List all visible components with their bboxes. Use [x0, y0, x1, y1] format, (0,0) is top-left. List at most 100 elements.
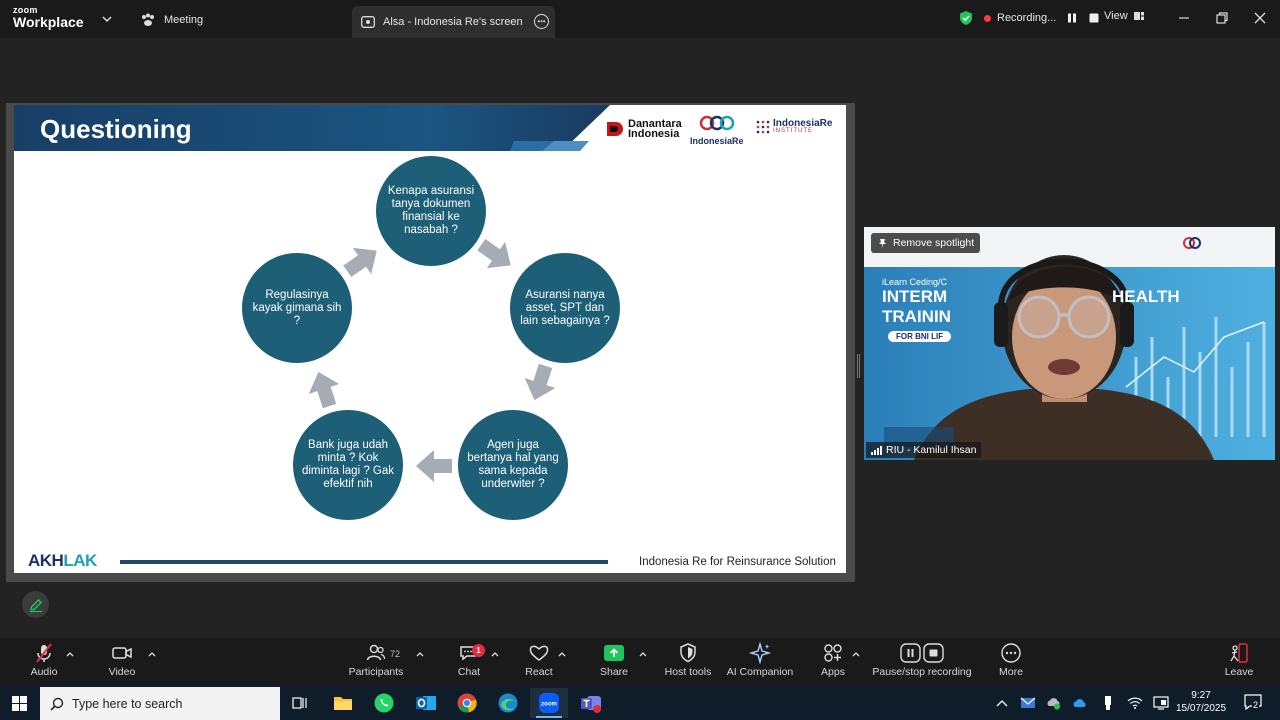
video-feed: [864, 227, 1275, 460]
slide-footer-divider: [120, 560, 608, 564]
react-label: React: [525, 666, 553, 678]
audio-button[interactable]: Audio: [26, 642, 62, 678]
participant-name: RIU - Kamilul Ihsan: [886, 444, 977, 456]
close-icon[interactable]: [1250, 8, 1270, 28]
view-button[interactable]: View: [1104, 10, 1145, 22]
panel-splitter-handle[interactable]: [857, 354, 860, 378]
chevron-up-icon[interactable]: [65, 650, 75, 658]
slide-footer-text: Indonesia Re for Reinsurance Solution: [639, 556, 836, 568]
view-label: View: [1104, 10, 1128, 22]
zoom-workplace-logo: zoom Workplace: [13, 6, 84, 30]
chevron-up-icon[interactable]: [557, 650, 567, 658]
restore-icon[interactable]: [1212, 8, 1232, 28]
pause-stop-recording-icon: [900, 643, 944, 663]
participants-label: Participants: [348, 666, 404, 678]
whatsapp-icon: [374, 693, 394, 713]
onedrive-sync-icon[interactable]: [1046, 695, 1062, 711]
onedrive-icon[interactable]: [1072, 695, 1088, 711]
cycle-step-3: Agen juga bertanya hal yang sama kepada …: [458, 410, 568, 520]
folder-icon: [334, 697, 352, 710]
cycle-step-1: Kenapa asuransi tanya dokumen finansial …: [376, 156, 486, 266]
participant-name-label: RIU - Kamilul Ihsan: [866, 442, 982, 458]
chevron-up-icon[interactable]: [638, 650, 648, 658]
video-bg-text-4: FOR BNI LIF: [888, 331, 952, 342]
microphone-muted-icon: [36, 643, 52, 663]
share-button[interactable]: Share: [596, 642, 632, 678]
indonesiare-logo: IndonesiaRe: [690, 115, 744, 146]
wifi-icon[interactable]: [1127, 695, 1143, 711]
taskbar-clock[interactable]: 9:27 15/07/2025: [1176, 689, 1226, 715]
akhlak-part1: AKH: [28, 551, 64, 570]
remove-spotlight-button[interactable]: Remove spotlight: [871, 233, 981, 253]
search-icon: [50, 697, 64, 711]
video-bg-text-2b: HEALTH: [1112, 287, 1180, 306]
share-label: Share: [599, 666, 629, 678]
video-bg-text-3: TRAININ: [882, 307, 951, 326]
taskbar-outlook[interactable]: [407, 688, 445, 718]
institute-dots-icon: [756, 120, 770, 133]
participants-icon: [366, 644, 386, 661]
taskbar-zoom[interactable]: zoom: [530, 688, 568, 718]
video-label: Video: [108, 666, 136, 678]
leave-door-icon: [1230, 643, 1248, 663]
taskbar-search-box[interactable]: Type here to search: [40, 687, 280, 720]
chevron-up-icon[interactable]: [415, 650, 425, 658]
svg-text:zoom: zoom: [541, 702, 557, 708]
remove-spotlight-label: Remove spotlight: [893, 237, 975, 249]
chat-label: Chat: [457, 666, 481, 678]
cycle-arrow-icon: [308, 371, 340, 409]
tab-shared-screen[interactable]: Alsa - Indonesia Re's screen: [352, 6, 555, 38]
usb-device-icon[interactable]: [1100, 695, 1116, 711]
annotate-button[interactable]: [22, 591, 49, 618]
task-view-icon[interactable]: [292, 696, 308, 710]
participants-button[interactable]: Participants: [346, 642, 406, 678]
recording-indicator: Recording...: [958, 8, 1100, 28]
taskbar-edge[interactable]: [489, 688, 527, 718]
indonesiare-logo-mark: [699, 115, 734, 131]
taskbar-teams[interactable]: [572, 688, 610, 718]
mail-tray-icon[interactable]: [1020, 695, 1036, 711]
pin-icon: [879, 238, 886, 248]
slide-title: Questioning: [40, 114, 192, 144]
meeting-toolbar: Audio Video Participants 72 Chat 1 React…: [0, 638, 1280, 686]
more-options-icon[interactable]: [534, 14, 549, 29]
taskbar-whatsapp[interactable]: [365, 688, 403, 718]
pause-stop-recording-button[interactable]: Pause/stop recording: [872, 642, 972, 678]
react-button[interactable]: React: [522, 642, 556, 678]
screen-share-icon: [361, 16, 375, 28]
chevron-up-icon[interactable]: [147, 650, 157, 658]
windows-start-icon[interactable]: [12, 696, 27, 711]
more-label: More: [999, 666, 1023, 678]
cycle-step-2: Asuransi nanya asset, SPT dan lain sebag…: [510, 253, 620, 363]
recording-dot-icon: [984, 14, 991, 22]
chrome-icon: [457, 693, 477, 713]
tab-meeting[interactable]: Meeting: [140, 10, 203, 30]
pause-icon[interactable]: [1066, 12, 1078, 24]
chevron-down-icon[interactable]: [100, 12, 114, 26]
leave-button[interactable]: Leave: [1222, 642, 1256, 678]
taskbar-file-explorer[interactable]: [324, 688, 362, 718]
outlook-icon: [416, 696, 436, 710]
chevron-up-icon[interactable]: [490, 650, 500, 658]
display-icon[interactable]: [1153, 695, 1169, 711]
more-dots-icon: [1001, 643, 1021, 663]
apps-button[interactable]: Apps: [816, 642, 850, 678]
stop-icon[interactable]: [1088, 12, 1100, 24]
video-button[interactable]: Video: [104, 642, 140, 678]
more-button[interactable]: More: [994, 642, 1028, 678]
notification-center-button[interactable]: 2: [1244, 694, 1264, 712]
spotlight-video-tile[interactable]: iLearn Ceding/C INTERM HEALTH TRAININ FO…: [864, 227, 1275, 460]
tray-chevron-up-icon[interactable]: [994, 695, 1010, 711]
institute-line1: IndonesiaRe: [773, 118, 833, 129]
host-tools-label: Host tools: [664, 666, 712, 678]
video-bg-text-2: INTERM: [882, 287, 948, 306]
chevron-up-icon[interactable]: [851, 650, 861, 658]
ai-companion-button[interactable]: AI Companion: [726, 642, 794, 678]
taskbar-chrome[interactable]: [448, 688, 486, 718]
minimize-icon[interactable]: [1174, 8, 1194, 28]
pause-stop-label: Pause/stop recording: [872, 666, 972, 678]
tab-shared-screen-label: Alsa - Indonesia Re's screen: [383, 16, 523, 28]
cycle-arrow-icon: [477, 238, 511, 269]
danantara-line2: Indonesia: [628, 128, 680, 140]
host-tools-button[interactable]: Host tools: [664, 642, 712, 678]
